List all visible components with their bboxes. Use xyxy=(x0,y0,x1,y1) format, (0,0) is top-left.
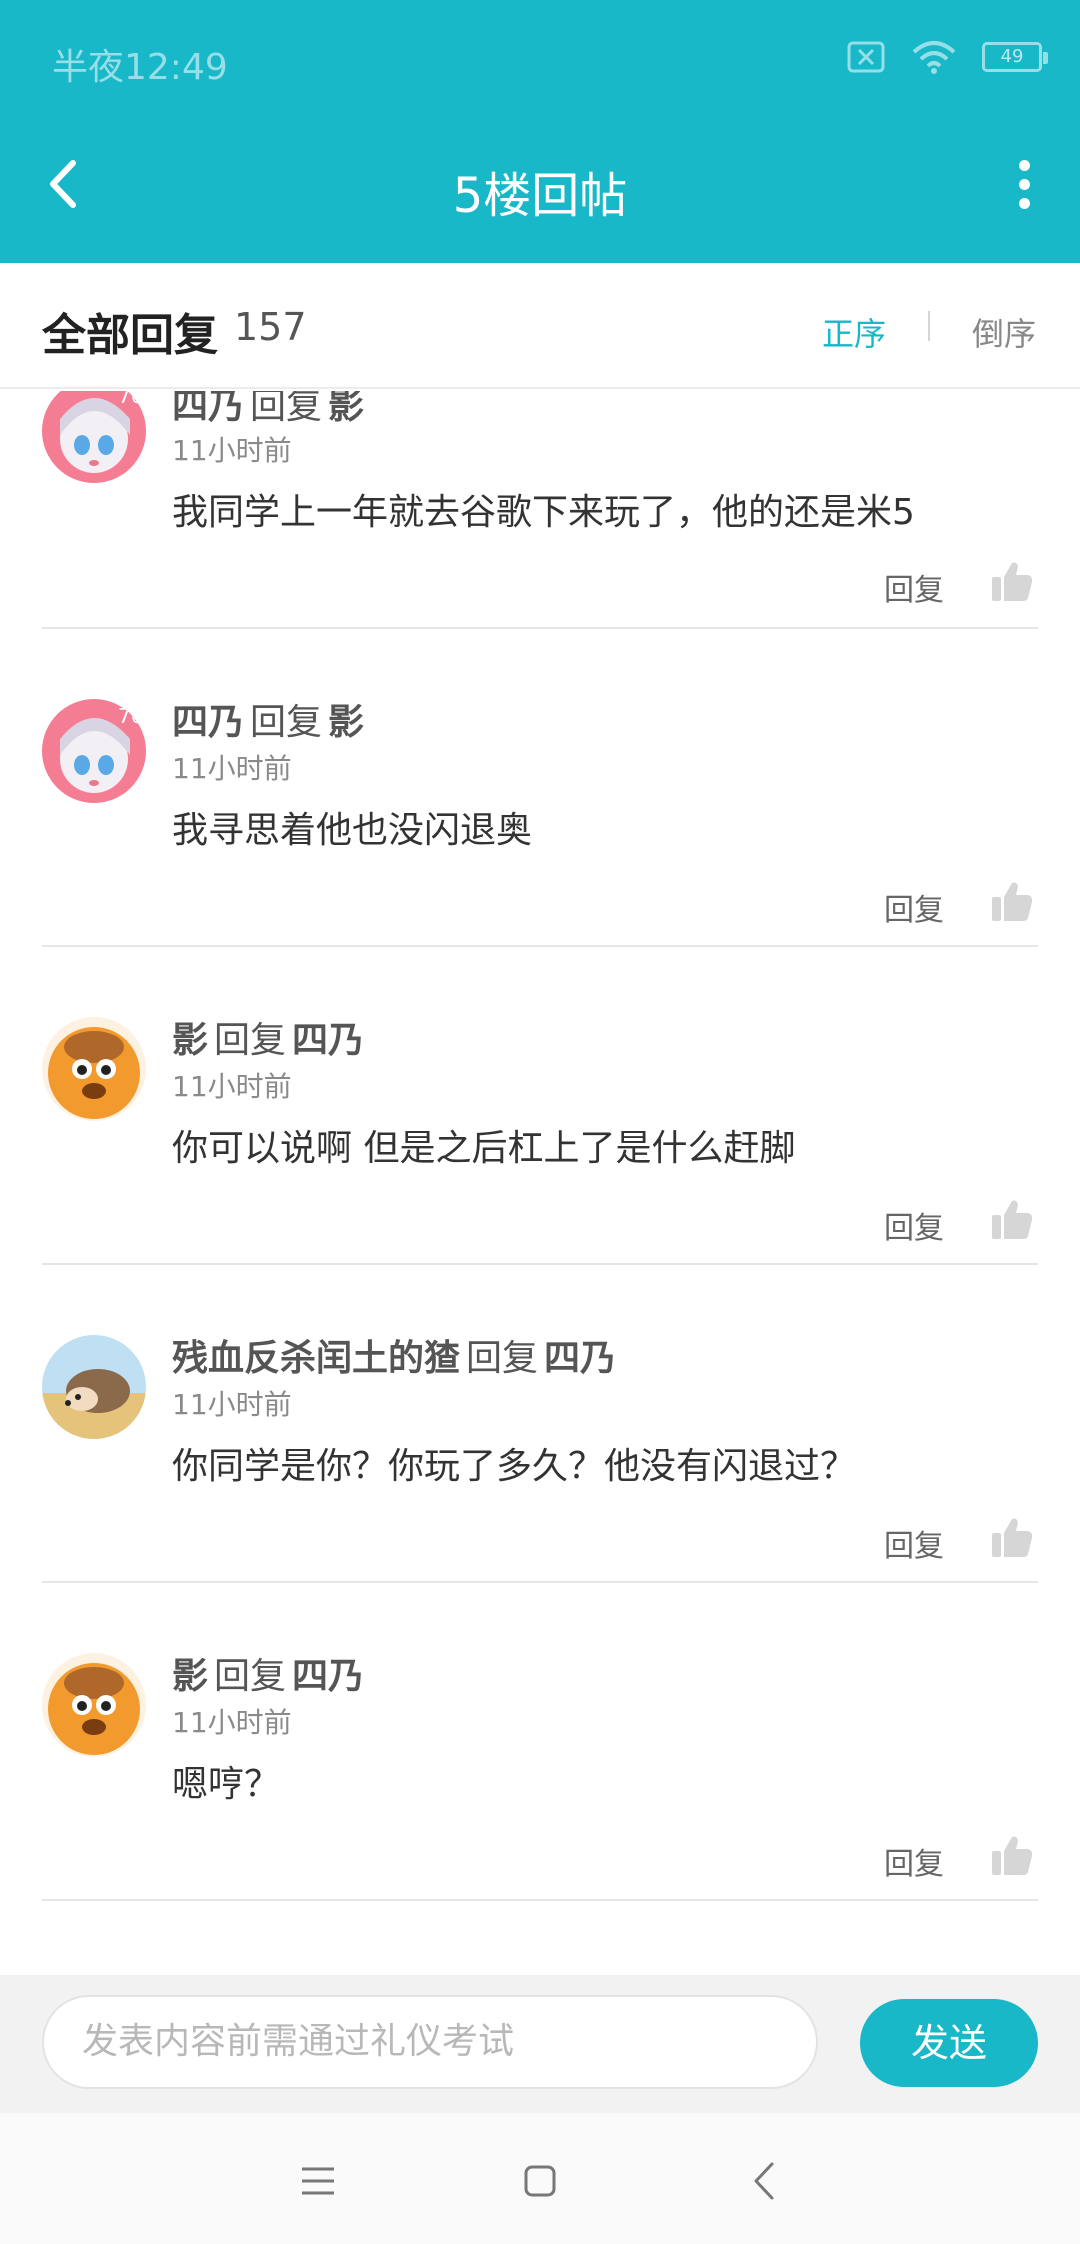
list-item: 影回复 四乃 11小时前 嗯哼？ 回复 xyxy=(0,1583,1080,1901)
menu-nav-button[interactable] xyxy=(290,2153,346,2209)
reply-header: 影回复 四乃 xyxy=(172,1011,364,1063)
reply-button[interactable]: 回复 xyxy=(884,1521,944,1565)
reply-header: 四乃 回复影 xyxy=(172,693,364,745)
reply-button[interactable]: 回复 xyxy=(884,885,944,929)
avatar[interactable]: 76 xyxy=(42,391,146,483)
reply-keyword: 回复 xyxy=(214,1656,287,1697)
reply-keyword: 回复 xyxy=(250,391,323,427)
list-item: 影回复 四乃 11小时前 你可以说啊 但是之后杠上了是什么赶脚 回复 xyxy=(0,947,1080,1265)
reply-time: 11小时前 xyxy=(172,434,292,467)
orange-mascot-avatar-icon xyxy=(42,1653,146,1757)
square-home-icon xyxy=(524,2165,556,2197)
thumbs-up-icon[interactable] xyxy=(990,1515,1034,1559)
avatar[interactable] xyxy=(42,1335,146,1439)
status-icons: 49 xyxy=(846,40,1048,74)
reply-time: 11小时前 xyxy=(172,1070,292,1103)
more-dot-icon xyxy=(1018,159,1030,171)
page-title: 5楼回帖 xyxy=(452,168,628,224)
thumbs-up-icon[interactable] xyxy=(990,879,1034,923)
reply-author[interactable]: 四乃 xyxy=(172,391,244,427)
system-nav-bar xyxy=(0,2113,1080,2244)
battery-level: 49 xyxy=(1000,46,1024,67)
reply-text: 你同学是你？你玩了多久？他没有闪退过？ xyxy=(172,1446,857,1487)
reply-count: 157 xyxy=(234,305,307,349)
all-replies-title: 全部回复 xyxy=(42,310,218,361)
reply-target[interactable]: 四乃 xyxy=(292,1656,364,1697)
reply-text: 我同学上一年就去谷歌下来玩了，他的还是米5 xyxy=(172,492,915,533)
battery-icon: 49 xyxy=(982,42,1048,72)
reply-header: 四乃 回复影 xyxy=(172,391,364,429)
more-options-button[interactable] xyxy=(992,152,1056,216)
reply-header: 残血反杀闰土的猹 回复 四乃 xyxy=(172,1329,616,1381)
reply-button[interactable]: 回复 xyxy=(884,565,944,609)
wifi-icon xyxy=(912,41,956,74)
app-header: 半夜12:49 49 5楼回帖 xyxy=(0,0,1080,263)
more-dot-icon xyxy=(1018,197,1030,209)
reply-author[interactable]: 影 xyxy=(172,1656,208,1697)
sort-divider xyxy=(928,311,930,341)
sim-off-icon xyxy=(847,41,885,73)
reply-text: 我寻思着他也没闪退奥 xyxy=(172,810,533,851)
menu-icon xyxy=(302,2167,334,2195)
reply-target[interactable]: 影 xyxy=(328,391,364,427)
home-nav-button[interactable] xyxy=(512,2153,568,2209)
sort-ascending-button[interactable]: 正序 xyxy=(822,309,886,355)
reply-time: 11小时前 xyxy=(172,1706,292,1739)
avatar[interactable]: 76 xyxy=(42,699,146,803)
more-dot-icon xyxy=(1018,178,1030,190)
comment-input[interactable]: 发表内容前需通过礼仪考试 xyxy=(42,1995,818,2089)
back-nav-button[interactable] xyxy=(736,2153,792,2209)
reply-divider xyxy=(42,1899,1038,1901)
reply-keyword: 回复 xyxy=(214,1020,287,1061)
chevron-left-icon xyxy=(754,2162,774,2200)
reply-text: 嗯哼？ xyxy=(172,1764,281,1805)
send-button[interactable]: 发送 xyxy=(860,1999,1038,2087)
avatar[interactable] xyxy=(42,1017,146,1121)
reply-keyword: 回复 xyxy=(466,1338,539,1379)
reply-author[interactable]: 四乃 xyxy=(172,702,244,743)
svg-text:76: 76 xyxy=(118,704,143,728)
reply-author[interactable]: 残血反杀闰土的猹 xyxy=(172,1338,460,1379)
reply-author[interactable]: 影 xyxy=(172,1020,208,1061)
anime-girl-avatar-icon: 76 xyxy=(42,391,146,483)
thumbs-up-icon[interactable] xyxy=(990,559,1034,603)
svg-text:76: 76 xyxy=(118,391,143,408)
reply-button[interactable]: 回复 xyxy=(884,1839,944,1883)
reply-header: 影回复 四乃 xyxy=(172,1647,364,1699)
orange-mascot-avatar-icon xyxy=(42,1017,146,1121)
list-item: 76 四乃 回复影 11小时前 我同学上一年就去谷歌下来玩了，他的还是米5 回复 xyxy=(0,391,1080,629)
anime-girl-avatar-icon: 76 xyxy=(42,699,146,803)
replies-summary: 全部回复 157 正序 倒序 xyxy=(0,263,1080,389)
avatar[interactable] xyxy=(42,1653,146,1757)
reply-target[interactable]: 四乃 xyxy=(544,1338,616,1379)
reply-list[interactable]: 76 四乃 回复影 11小时前 我同学上一年就去谷歌下来玩了，他的还是米5 回复 … xyxy=(0,391,1080,1975)
list-item: 残血反杀闰土的猹 回复 四乃 11小时前 你同学是你？你玩了多久？他没有闪退过？ 回… xyxy=(0,1265,1080,1583)
hedgehog-avatar-icon xyxy=(42,1335,146,1439)
thumbs-up-icon[interactable] xyxy=(990,1197,1034,1241)
thumbs-up-icon[interactable] xyxy=(990,1833,1034,1877)
reply-time: 11小时前 xyxy=(172,1388,292,1421)
list-item: 76 四乃 回复影 11小时前 我寻思着他也没闪退奥 回复 xyxy=(0,629,1080,947)
sort-descending-button[interactable]: 倒序 xyxy=(972,309,1036,355)
comment-composer: 发表内容前需通过礼仪考试 发送 xyxy=(0,1975,1080,2113)
reply-text: 你可以说啊 但是之后杠上了是什么赶脚 xyxy=(172,1128,796,1169)
toolbar: 5楼回帖 xyxy=(0,120,1080,263)
reply-keyword: 回复 xyxy=(250,702,323,743)
reply-time: 11小时前 xyxy=(172,752,292,785)
reply-target[interactable]: 四乃 xyxy=(292,1020,364,1061)
status-bar: 半夜12:49 49 xyxy=(0,0,1080,120)
reply-target[interactable]: 影 xyxy=(328,702,364,743)
status-time: 半夜12:49 xyxy=(52,47,228,88)
reply-button[interactable]: 回复 xyxy=(884,1203,944,1247)
